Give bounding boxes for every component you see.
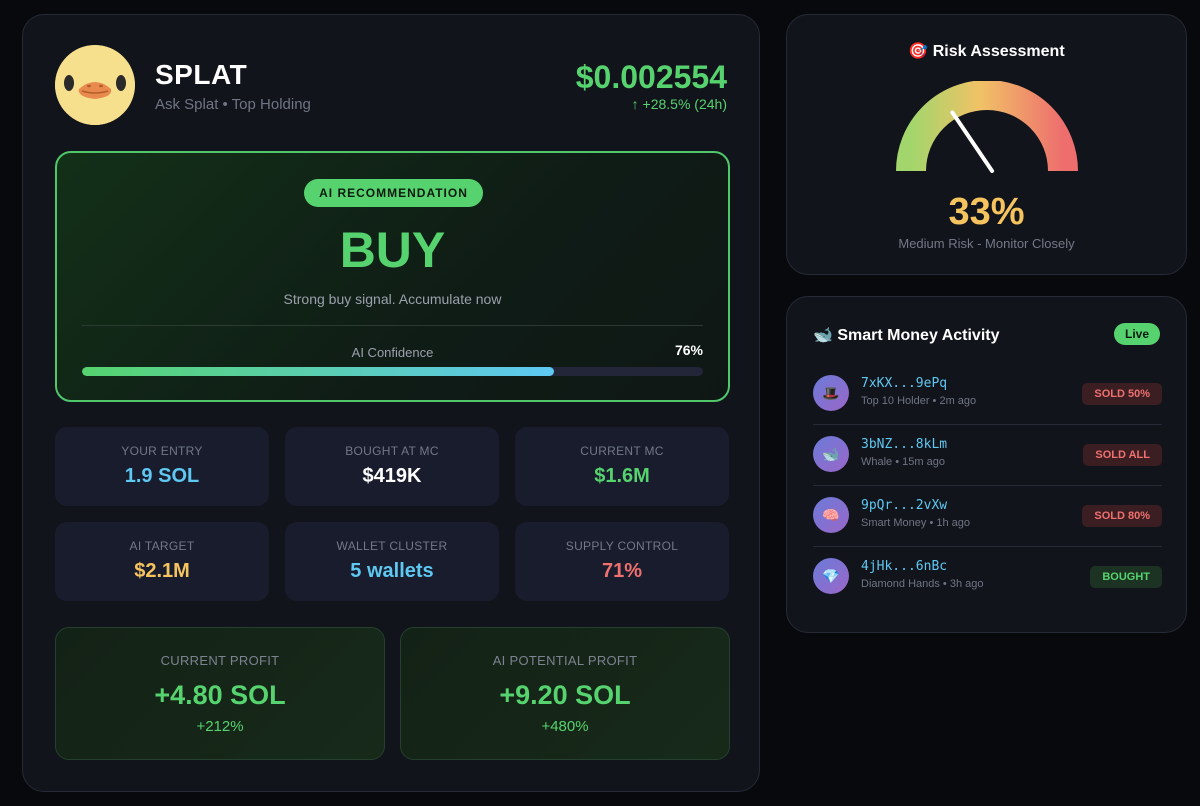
wallet-row[interactable]: 🧠 9pQr...2vXw Smart Money • 1h ago SOLD …: [813, 485, 1162, 546]
stat-wallet-cluster: WALLET CLUSTER 5 wallets: [285, 522, 499, 601]
live-badge: Live: [1114, 323, 1160, 345]
token-card: SPLAT Ask Splat • Top Holding $0.002554 …: [22, 14, 760, 792]
profit-percent: +212%: [196, 718, 244, 735]
wallet-address[interactable]: 9pQr...2vXw: [861, 498, 947, 513]
stat-value: $2.1M: [134, 560, 190, 582]
brain-icon: 🧠: [822, 506, 840, 523]
wallet-avatar: 💎: [813, 558, 849, 594]
wallet-row[interactable]: 🎩 7xKX...9ePq Top 10 Holder • 2m ago SOL…: [813, 363, 1162, 424]
action-badge: SOLD 50%: [1082, 383, 1162, 405]
stat-value: $1.6M: [594, 465, 650, 487]
stat-current-mc: CURRENT MC $1.6M: [515, 427, 729, 506]
risk-value: 33%: [948, 191, 1025, 233]
gauge-needle: [950, 110, 995, 173]
wallet-row[interactable]: 🐋 3bNZ...8kLm Whale • 15m ago SOLD ALL: [813, 424, 1162, 485]
wallet-meta: Top 10 Holder • 2m ago: [861, 395, 977, 407]
profit-label: AI POTENTIAL PROFIT: [492, 653, 638, 668]
whale-icon: 🐋: [822, 445, 840, 462]
wallet-meta: Diamond Hands • 3h ago: [861, 578, 984, 590]
risk-title: 🎯 Risk Assessment: [787, 41, 1186, 61]
ai-recommendation-badge: AI RECOMMENDATION: [304, 179, 483, 207]
price-change: ↑ +28.5% (24h): [631, 96, 727, 112]
divider: [82, 325, 703, 326]
action-badge: SOLD 80%: [1082, 505, 1162, 527]
stat-label: SUPPLY CONTROL: [565, 539, 679, 553]
stat-label: YOUR ENTRY: [121, 444, 203, 458]
ai-potential-profit-panel: AI POTENTIAL PROFIT +9.20 SOL +480%: [400, 627, 730, 760]
current-profit-panel: CURRENT PROFIT +4.80 SOL +212%: [55, 627, 385, 760]
confidence-value: 76%: [674, 342, 703, 358]
confidence-progress-bar: [82, 367, 703, 376]
wallet-address[interactable]: 3bNZ...8kLm: [861, 437, 947, 452]
gauge-arc: [896, 81, 1078, 172]
token-name: SPLAT: [155, 59, 248, 90]
stat-value: 71%: [601, 560, 643, 582]
stat-value: $419K: [362, 465, 422, 487]
recommendation-value: BUY: [339, 222, 446, 278]
target-icon: 🎯: [908, 43, 929, 60]
profit-value: +9.20 SOL: [499, 680, 631, 710]
profit-percent: +480%: [541, 718, 589, 735]
stat-bought-at-mc: BOUGHT AT MC $419K: [285, 427, 499, 506]
wallet-avatar: 🎩: [813, 375, 849, 411]
whale-icon: 🐋: [813, 327, 833, 344]
wallet-meta: Smart Money • 1h ago: [861, 517, 971, 529]
wallet-row[interactable]: 💎 4jHk...6nBc Diamond Hands • 3h ago BOU…: [813, 546, 1162, 607]
duck-avatar: [55, 45, 135, 125]
token-subtitle: Ask Splat • Top Holding: [155, 96, 311, 113]
confidence-label: AI Confidence: [351, 345, 434, 360]
wallet-avatar: 🐋: [813, 436, 849, 472]
wallet-meta: Whale • 15m ago: [861, 456, 945, 468]
stat-your-entry: YOUR ENTRY 1.9 SOL: [55, 427, 269, 506]
smart-money-title-text: Smart Money Activity: [837, 327, 1000, 344]
stat-label: BOUGHT AT MC: [345, 444, 439, 458]
risk-assessment-card: 🎯 Risk Assessment 33% Medium Risk - Moni…: [786, 14, 1187, 275]
risk-description: Medium Risk - Monitor Closely: [898, 236, 1075, 251]
stat-value: 1.9 SOL: [124, 465, 200, 487]
token-price: $0.002554: [575, 59, 727, 95]
recommendation-description: Strong buy signal. Accumulate now: [283, 291, 502, 307]
profit-label: CURRENT PROFIT: [160, 653, 280, 668]
duck-face-icon: [55, 45, 135, 125]
stat-ai-target: AI TARGET $2.1M: [55, 522, 269, 601]
action-badge: BOUGHT: [1090, 566, 1162, 588]
stat-supply-control: SUPPLY CONTROL 71%: [515, 522, 729, 601]
confidence-progress-fill: [82, 367, 554, 376]
wallet-address[interactable]: 7xKX...9ePq: [861, 376, 947, 391]
wallet-address[interactable]: 4jHk...6nBc: [861, 559, 947, 574]
diamond-icon: 💎: [822, 567, 840, 584]
action-badge: SOLD ALL: [1083, 444, 1162, 466]
top-hat-icon: 🎩: [822, 384, 840, 401]
ai-recommendation-panel: AI RECOMMENDATION BUY Strong buy signal.…: [55, 151, 730, 402]
smart-money-title: 🐋 Smart Money Activity: [813, 325, 1000, 345]
profit-value: +4.80 SOL: [154, 680, 286, 710]
stat-label: WALLET CLUSTER: [336, 539, 448, 553]
stat-label: CURRENT MC: [580, 444, 664, 458]
wallet-avatar: 🧠: [813, 497, 849, 533]
stat-value: 5 wallets: [350, 560, 434, 582]
risk-title-text: Risk Assessment: [932, 43, 1065, 60]
smart-money-card: 🐋 Smart Money Activity Live 🎩 7xKX...9eP…: [786, 296, 1187, 633]
stat-label: AI TARGET: [129, 539, 195, 553]
risk-gauge: [896, 81, 1078, 173]
